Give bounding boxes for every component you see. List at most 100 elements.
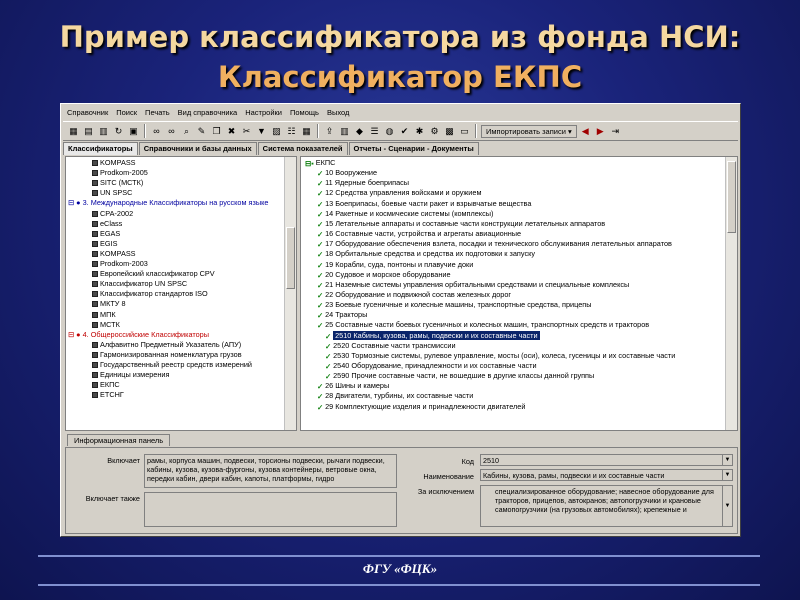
search-icon[interactable]: ⌕ [180, 125, 193, 138]
tree-item[interactable]: МКТУ 8 [92, 299, 126, 309]
exit-icon[interactable]: ⇥ [609, 125, 622, 138]
cut-icon[interactable]: ✂ [240, 125, 253, 138]
tab-classifiers[interactable]: Классификаторы [63, 142, 138, 155]
tab-directories[interactable]: Справочники и базы данных [138, 142, 257, 155]
tree-item[interactable]: ✓ 23 Боевые гусеничные и колесные машины,… [317, 300, 591, 310]
tree-item[interactable]: EGAS [92, 229, 120, 239]
tree-item[interactable]: Алфавитно Предметный Указатель (АПУ) [92, 340, 241, 350]
export-icon[interactable]: ⇪ [323, 125, 336, 138]
arrow-right-icon[interactable]: ▶ [594, 125, 607, 138]
tree-item[interactable]: Единицы измерения [92, 370, 169, 380]
tree-item[interactable]: Классификатор UN SPSC [92, 279, 187, 289]
paste-icon[interactable]: ▨ [270, 125, 283, 138]
tree-item[interactable]: ✓ 2590 Прочие составные части, не вошедши… [325, 371, 594, 381]
includes-field[interactable]: рамы, корпуса машин, подвески, торсионы … [144, 454, 397, 488]
gear-icon[interactable]: ⚙ [428, 125, 441, 138]
tree-item[interactable]: ⊟ ● 4. Общероссийские Классификаторы [68, 330, 209, 340]
chevron-down-icon[interactable]: ▼ [722, 486, 732, 526]
table-icon[interactable]: ▦ [300, 125, 313, 138]
tree-item[interactable]: ✓ 20 Судовое и морское оборудование [317, 270, 451, 280]
tree-item[interactable]: ✓ 2540 Оборудование, принадлежности и их … [325, 361, 537, 371]
tree-item[interactable]: Prodkom-2003 [92, 259, 148, 269]
tree-item[interactable]: ✓ 21 Наземные системы управления орбиталь… [317, 280, 629, 290]
menu-item-view[interactable]: Вид справочника [178, 108, 238, 117]
tree-item[interactable]: EGIS [92, 239, 117, 249]
tree-item[interactable]: ✓ 28 Двигатели, турбины, их составные час… [317, 391, 473, 401]
tree-item[interactable]: ✓ 26 Шины и камеры [317, 381, 389, 391]
tree-item[interactable]: ✓ 13 Боеприпасы, боевые части ракет и взр… [317, 199, 531, 209]
tree-item[interactable]: ЕТСНГ [92, 390, 124, 400]
tree-item[interactable]: ✓ 10 Вооружение [317, 168, 377, 178]
classifier-tree[interactable]: KOMPASS Prodkom-2005 SITC (МСТК) UN SPSC ⊟ ●… [65, 156, 297, 431]
name-field[interactable]: Кабины, кузова, рамы, подвески и их сост… [480, 469, 733, 481]
tree-icon[interactable]: ☷ [285, 125, 298, 138]
tree-item[interactable]: ✓ 2530 Тормозные системы, рулевое управле… [325, 351, 675, 361]
tree-item[interactable]: Европейский классификатор CPV [92, 269, 215, 279]
tree-item[interactable]: ⊟▪ ЕКПС [305, 158, 335, 168]
find-next-icon[interactable]: ∞ [165, 125, 178, 138]
tree-item[interactable]: ✓ 18 Орбитальные средства и средства их п… [317, 249, 535, 259]
tag-icon[interactable]: ◆ [353, 125, 366, 138]
menu-item-settings[interactable]: Настройки [245, 108, 282, 117]
tree-item[interactable]: ✓ 14 Ракетные и космические системы (комп… [317, 209, 493, 219]
document-icon[interactable]: ▤ [82, 125, 95, 138]
check-icon[interactable]: ✔ [398, 125, 411, 138]
print-icon[interactable]: ▣ [127, 125, 140, 138]
tree-item[interactable]: ✓ 19 Корабли, суда, понтоны и плавучие до… [317, 260, 473, 270]
tree-item[interactable]: ✓ 22 Оборудование и подвижной состав желе… [317, 290, 511, 300]
menu-item-exit[interactable]: Выход [327, 108, 349, 117]
tree-item[interactable]: Классификатор стандартов ISO [92, 289, 208, 299]
info-panel-tab[interactable]: Информационная панель [67, 434, 171, 446]
menu-item-help[interactable]: Помощь [290, 108, 319, 117]
image-icon[interactable]: ▩ [443, 125, 456, 138]
tree-item[interactable]: ✓ 12 Средства управления войсками и оружи… [317, 188, 481, 198]
tree-item[interactable]: ✓ 15 Летательные аппараты и составные час… [317, 219, 605, 229]
tree-item[interactable]: МПК [92, 310, 116, 320]
delete-icon[interactable]: ✖ [225, 125, 238, 138]
binoculars-icon[interactable]: ∞ [150, 125, 163, 138]
menu-item-print[interactable]: Печать [145, 108, 170, 117]
grid-icon[interactable]: ▦ [67, 125, 80, 138]
code-field[interactable]: 2510 ▼ [480, 454, 733, 466]
tree-item[interactable]: Государственный реестр средств измерений [92, 360, 252, 370]
tree-item[interactable]: МСТК [92, 320, 120, 330]
pencil-icon[interactable]: ✎ [195, 125, 208, 138]
also-includes-field[interactable] [144, 492, 397, 527]
copy-icon[interactable]: ❐ [210, 125, 223, 138]
ekps-tree[interactable]: ⊟▪ ЕКПС ✓ 10 Вооружение ✓ 11 Ядерные боеприпа… [300, 156, 738, 431]
tree-item[interactable]: UN SPSC [92, 188, 132, 198]
tree-item[interactable]: ✓ 29 Комплектующие изделия и принадлежнос… [317, 402, 525, 412]
tree-item[interactable]: ✓ 2520 Составные части трансмиссии [325, 341, 456, 351]
tree-item[interactable]: SITC (МСТК) [92, 178, 143, 188]
book-icon[interactable]: ▥ [338, 125, 351, 138]
tree-item-selected[interactable]: ✓ 2510 Кабины, кузова, рамы, подвески и и… [325, 330, 540, 341]
globe-icon[interactable]: ◍ [383, 125, 396, 138]
chart-icon[interactable]: ▥ [97, 125, 110, 138]
tree-item[interactable]: ✓ 24 Тракторы [317, 310, 367, 320]
tree-item[interactable]: ✓ 16 Составные части, устройства и агрега… [317, 229, 521, 239]
menu-item-directory[interactable]: Справочник [67, 108, 108, 117]
arrow-left-icon[interactable]: ◀ [579, 125, 592, 138]
tree-item[interactable]: ЕКПС [92, 380, 120, 390]
list-icon[interactable]: ☰ [368, 125, 381, 138]
star-icon[interactable]: ✱ [413, 125, 426, 138]
import-records-button[interactable]: Импортировать записи ▾ [481, 124, 577, 138]
chevron-down-icon[interactable]: ▼ [722, 455, 732, 465]
tree-item[interactable]: ✓ 11 Ядерные боеприпасы [317, 178, 409, 188]
filter-icon[interactable]: ▼ [255, 125, 268, 138]
tree-item[interactable]: KOMPASS [92, 249, 136, 259]
tab-indicators[interactable]: Система показателей [257, 142, 348, 155]
tree-item[interactable]: KOMPASS [92, 158, 136, 168]
chevron-down-icon[interactable]: ▼ [722, 470, 732, 480]
tree-item[interactable]: ⊟ ● 3. Международные Классификаторы на р… [68, 198, 268, 208]
tree-item[interactable]: eClass [92, 219, 122, 229]
tree-item[interactable]: ✓ 25 Составные части боевых гусеничных и … [317, 320, 649, 330]
tree-item[interactable]: Гармонизированная номенклатура грузов [92, 350, 242, 360]
window-icon[interactable]: ▭ [458, 125, 471, 138]
tab-reports[interactable]: Отчеты - Сценарии - Документы [348, 142, 479, 155]
refresh-icon[interactable]: ↻ [112, 125, 125, 138]
tree-item[interactable]: ✓ 17 Оборудование обеспечения взлета, пос… [317, 239, 672, 249]
tree-item[interactable]: CPA-2002 [92, 209, 133, 219]
tree-item[interactable]: Prodkom-2005 [92, 168, 148, 178]
left-tree-scrollbar[interactable] [284, 157, 296, 430]
